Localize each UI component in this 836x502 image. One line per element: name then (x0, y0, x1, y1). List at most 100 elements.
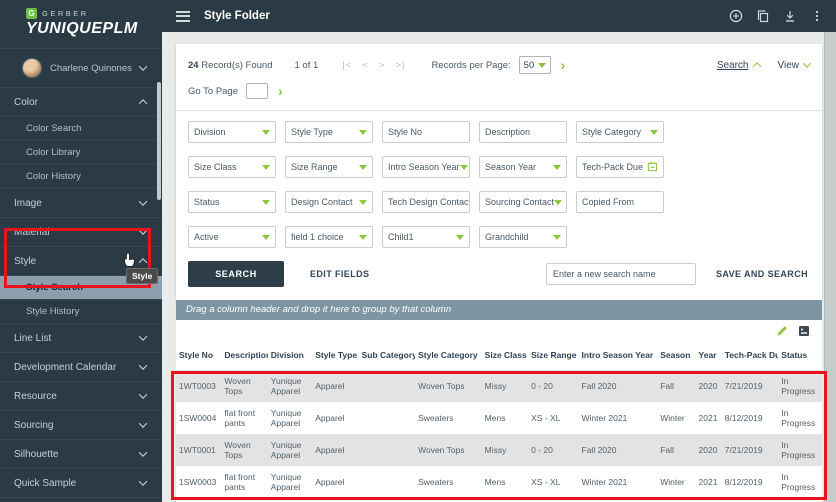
size-range-select[interactable]: Size Range (285, 156, 373, 178)
sidebar-scrollbar[interactable] (157, 82, 161, 200)
tech-pack-due-date-field[interactable]: Tech-Pack Due (576, 156, 664, 178)
sidebar-item-quick-sample[interactable]: Quick Sample (0, 469, 162, 498)
column-header-status[interactable]: Status (778, 342, 819, 370)
cell-size-range: 0 - 20 (528, 370, 579, 402)
hamburger-menu-icon[interactable] (176, 8, 190, 24)
goto-page-icon[interactable]: › (278, 84, 283, 98)
column-header-active[interactable]: Active (818, 342, 822, 370)
division-select[interactable]: Division (188, 121, 276, 143)
search-button[interactable]: SEARCH (188, 261, 284, 287)
column-header-season[interactable]: Season (657, 342, 696, 370)
season-year-select[interactable]: Season Year (479, 156, 567, 178)
cell-description: Woven Tops (221, 370, 268, 402)
status-select[interactable]: Status (188, 191, 276, 213)
filters-container: Division Style Type Style Category Size Cla… (188, 121, 810, 248)
sidebar-item-silhouette[interactable]: Silhouette (0, 440, 162, 469)
field-1-choice-select[interactable]: field 1 choice (285, 226, 373, 248)
sidebar-item-color-library[interactable]: Color Library (0, 141, 162, 165)
sidebar-item-color-search[interactable]: Color Search (0, 117, 162, 141)
next-page-icon[interactable]: > (379, 60, 386, 71)
size-class-select[interactable]: Size Class (188, 156, 276, 178)
sidebar-item-color[interactable]: Color (0, 88, 162, 117)
cell-size-range: 0 - 20 (528, 434, 579, 466)
export-icon[interactable] (798, 325, 810, 337)
records-per-page-select[interactable]: 50 (518, 56, 551, 74)
cell-style-category: Woven Tops (415, 434, 482, 466)
edit-pencil-icon[interactable] (776, 325, 788, 337)
search-section-toggle[interactable]: Search (716, 59, 761, 71)
tech-design-contact-select[interactable]: Tech Design Contact (382, 191, 470, 213)
column-header-intro-season-year[interactable]: Intro Season Year (578, 342, 658, 370)
cell-style-category: Sweaters (418, 477, 454, 487)
search-panel: 24 Record(s) Found 1 of 1 |< < > >| Reco… (176, 44, 822, 301)
column-header-year[interactable]: Year (695, 342, 722, 370)
chevron-down-icon (138, 361, 148, 370)
column-header-tech-pack-due[interactable]: Tech-Pack Due (721, 342, 779, 370)
results-grid-panel: Style No Description Division Style Type Sub… (176, 320, 822, 502)
group-by-drop-zone[interactable]: Drag a column header and drop it here to… (176, 300, 822, 320)
column-header-description[interactable]: Description (221, 342, 268, 370)
intro-season-year-select[interactable]: Intro Season Year (382, 156, 470, 178)
sidebar-item-style-history[interactable]: Style History (0, 300, 162, 324)
column-header-style-category[interactable]: Style Category (415, 342, 482, 370)
description-input[interactable] (479, 121, 567, 143)
column-header-size-range[interactable]: Size Range (528, 342, 579, 370)
sidebar-item-line-list[interactable]: Line List (0, 324, 162, 353)
sidebar-item-material[interactable]: Material (0, 218, 162, 247)
sidebar-item-sourcing[interactable]: Sourcing (0, 411, 162, 440)
style-no-input[interactable] (382, 121, 470, 143)
more-vertical-icon[interactable] (810, 9, 824, 23)
download-icon[interactable] (783, 9, 797, 23)
goto-page-input[interactable] (246, 83, 269, 99)
chevron-up-icon (752, 62, 761, 71)
last-page-icon[interactable]: >| (395, 60, 405, 71)
sidebar-item-label: Sourcing (14, 419, 54, 431)
sidebar-item-development-calendar[interactable]: Development Calendar (0, 353, 162, 382)
child1-select[interactable]: Child1 (382, 226, 470, 248)
table-row-1SW0004[interactable]: 1SW0004 flat front pants Yunique Apparel Ap… (176, 402, 822, 434)
add-circle-icon[interactable] (729, 9, 743, 23)
sidebar-nav: Color Color Search Color Library Color Hist… (0, 88, 162, 502)
view-section-toggle[interactable]: View (778, 59, 812, 71)
save-and-search-button[interactable]: SAVE AND SEARCH (716, 269, 808, 279)
dropdown-arrow-icon (262, 199, 270, 205)
column-header-style-type[interactable]: Style Type (312, 342, 359, 370)
page-scrollbar[interactable] (824, 32, 836, 502)
apply-page-size-icon[interactable]: › (561, 58, 566, 72)
sidebar-item-resource[interactable]: Resource (0, 382, 162, 411)
sidebar-item-image[interactable]: Image (0, 189, 162, 218)
style-type-select[interactable]: Style Type (285, 121, 373, 143)
prev-page-icon[interactable]: < (362, 60, 369, 71)
table-row-1SW0003[interactable]: 1SW0003 flat front pants Yunique Apparel Ap… (176, 466, 822, 498)
search-name-input[interactable] (545, 263, 696, 285)
grandchild-select[interactable]: Grandchild (479, 226, 567, 248)
column-header-sub-category[interactable]: Sub Category (358, 342, 416, 370)
field-label: Intro Season Year (388, 162, 460, 172)
column-header-size-class[interactable]: Size Class (481, 342, 529, 370)
sidebar-item-label: Silhouette (14, 448, 59, 460)
cell-division: Yunique Apparel (267, 434, 313, 466)
column-header-division[interactable]: Division (267, 342, 313, 370)
cell-sub-category (358, 434, 416, 466)
sourcing-contact-select[interactable]: Sourcing Contact (479, 191, 567, 213)
edit-fields-button[interactable]: EDIT FIELDS (310, 269, 369, 279)
dropdown-arrow-icon (553, 234, 561, 240)
column-header-style-no[interactable]: Style No (176, 342, 222, 370)
style-category-select[interactable]: Style Category (576, 121, 664, 143)
design-contact-select[interactable]: Design Contact (285, 191, 373, 213)
sidebar-item-label: Style Search (26, 282, 84, 293)
user-menu[interactable]: Charlene Quinones (0, 48, 162, 88)
active-select[interactable]: Active (188, 226, 276, 248)
copy-icon[interactable] (756, 9, 770, 23)
copied-from-input[interactable] (576, 191, 664, 213)
cell-size-class: Missy (481, 370, 529, 402)
first-page-icon[interactable]: |< (342, 60, 352, 71)
search-toggle-label: Search (716, 59, 749, 71)
cell-style-no: 1WT0003 (176, 370, 222, 402)
table-row-1WT0001[interactable]: 1WT0001 Woven Tops Yunique Apparel Apparel W… (176, 434, 822, 466)
chevron-down-icon (138, 448, 148, 457)
sidebar-item-control[interactable]: Control (0, 498, 162, 502)
cell-tech-pack-due: 8/12/2019 (724, 477, 763, 487)
sidebar-item-color-history[interactable]: Color History (0, 165, 162, 189)
table-row-1WT0003[interactable]: 1WT0003 Woven Tops Yunique Apparel Apparel W… (176, 370, 822, 402)
